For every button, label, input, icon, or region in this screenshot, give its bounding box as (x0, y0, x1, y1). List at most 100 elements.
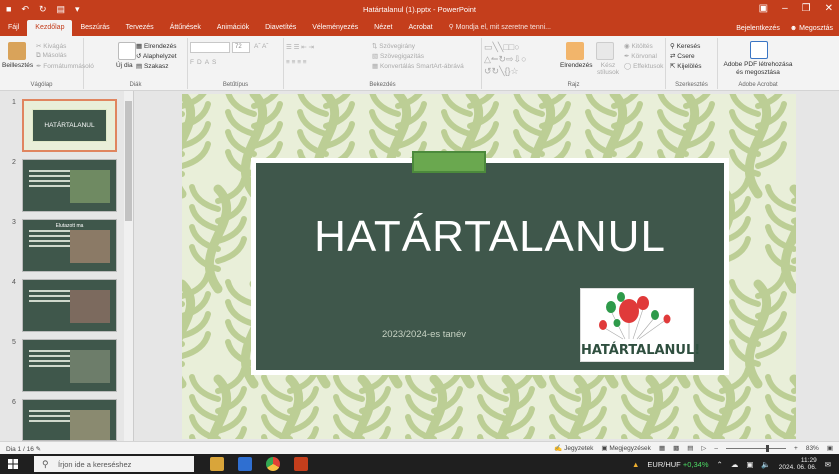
paste-button[interactable]: Beillesztés (2, 62, 33, 69)
strikethrough-button[interactable]: S (212, 59, 219, 66)
fit-slide-icon[interactable]: ▣ (827, 444, 833, 452)
shape-fill-button[interactable]: ◉ Kitöltés (624, 42, 653, 50)
new-slide-icon[interactable] (118, 42, 136, 60)
quick-styles-icon[interactable] (596, 42, 614, 60)
shapes-gallery-row2[interactable]: △↼↻⇨⇩○ (484, 54, 527, 65)
scrollbar-thumb[interactable] (125, 101, 132, 221)
share-button[interactable]: ☻ Megosztás (790, 25, 833, 32)
outline-label: Körvonal (631, 53, 657, 60)
text-direction-button[interactable]: ⇅ Szövegirány (372, 42, 415, 50)
minimize-button[interactable]: – (782, 3, 788, 14)
tab-home[interactable]: Kezdőlap (27, 20, 73, 36)
thumbnail-slide-3[interactable]: Elutazott ma (22, 219, 117, 272)
zoom-out-button[interactable]: – (714, 445, 718, 452)
zoom-level[interactable]: 83% (806, 445, 819, 452)
align-text-button[interactable]: ▧ Szövegigazítás (372, 52, 424, 60)
file-explorer-icon[interactable] (210, 457, 224, 471)
layout-button[interactable]: ▦ Elrendezés (136, 42, 176, 50)
hatartalanul-logo[interactable]: HATÁRTALANUL! (580, 288, 700, 362)
shape-outline-button[interactable]: ✒ Körvonal (624, 52, 657, 60)
comments-label: Megjegyzések (609, 445, 651, 452)
tab-review[interactable]: Véleményezés (304, 20, 366, 36)
word-icon[interactable] (238, 457, 252, 471)
thumbnail-text (29, 230, 71, 250)
thumbnail-text (29, 350, 71, 370)
reset-button[interactable]: ↺ Alaphelyzet (136, 52, 177, 60)
tab-acrobat[interactable]: Acrobat (400, 20, 440, 36)
stock-ticker[interactable]: EUR/HUF +0,34% (647, 460, 708, 469)
pdf-icon[interactable] (750, 41, 768, 59)
chrome-icon[interactable] (266, 457, 280, 471)
tray-chevron-icon[interactable]: ⌃ (717, 460, 723, 469)
windows-start-icon[interactable] (8, 459, 18, 469)
notes-button[interactable]: ✍ Jegyzetek (554, 444, 593, 452)
slide-1[interactable]: HATÁRTALANUL 2023/2024-es tanév HATÁRTAL… (182, 94, 796, 439)
zoom-slider[interactable] (726, 444, 787, 452)
thumbnail-slide-4[interactable] (22, 279, 117, 332)
font-grow-shrink-icon[interactable]: Aˆ Aˇ (254, 43, 268, 50)
font-name-combobox[interactable] (190, 42, 230, 53)
thumbnail-slide-6[interactable] (22, 399, 117, 441)
select-button[interactable]: ⇱ Kijelölés (670, 62, 701, 70)
cut-button[interactable]: ✂ Kivágás (36, 42, 66, 50)
tab-animations[interactable]: Animációk (209, 20, 257, 36)
slide-sorter-icon[interactable]: ▩ (673, 444, 679, 452)
normal-view-icon[interactable]: ▦ (659, 444, 665, 452)
new-slide-button[interactable]: Új dia (116, 62, 133, 69)
tab-transitions[interactable]: Áttűnések (162, 20, 209, 36)
quick-styles-button[interactable]: Kész stílusok (594, 62, 622, 76)
tab-slideshow[interactable]: Diavetítés (257, 20, 304, 36)
spellcheck-icon[interactable]: ✎ (36, 446, 41, 453)
ribbon-display-icon[interactable]: ▣ (759, 3, 768, 14)
arrange-button[interactable]: Elrendezés (560, 62, 593, 69)
comments-button[interactable]: ▣ Megjegyzések (601, 444, 651, 452)
font-size-combobox[interactable]: 72 (232, 42, 250, 53)
tell-me-search[interactable]: ⚲ Mondja el, mit szeretne tenni... (441, 20, 559, 36)
notification-icon[interactable]: ✉ (825, 460, 831, 469)
list-buttons-icon[interactable]: ☰ ☰ ⇤ ⇥ (286, 43, 314, 51)
thumbnail-slide-5[interactable] (22, 339, 117, 392)
shape-effects-button[interactable]: ◯ Effektusok (624, 62, 663, 70)
tab-design[interactable]: Tervezés (118, 20, 162, 36)
smartart-button[interactable]: ▦ Konvertálás SmartArt-ábrává (372, 62, 464, 70)
close-button[interactable]: ✕ (825, 3, 833, 14)
slide-counter: Dia 1 / 16 ✎ (6, 445, 41, 453)
replace-button[interactable]: ⇄ Csere (670, 52, 695, 60)
zoom-in-button[interactable]: + (794, 445, 798, 452)
stock-widget-icon[interactable]: ▲ (632, 460, 639, 469)
signin-link[interactable]: Bejelentkezés (736, 25, 780, 32)
align-buttons-icon[interactable]: ≡ ≡ ≡ ≡ (286, 59, 307, 66)
lightbulb-icon: ⚲ (448, 24, 456, 31)
cloud-icon[interactable]: ☁ (731, 460, 739, 469)
slide-subtitle[interactable]: 2023/2024-es tanév (382, 329, 466, 340)
thumbnail-slide-1[interactable]: HATÁRTALANUL (22, 99, 117, 152)
taskbar-clock[interactable]: 11:29 2024. 06. 06. (779, 457, 817, 471)
thumbnail-text (29, 170, 71, 190)
italic-button[interactable]: D (197, 59, 205, 66)
network-icon[interactable]: ▣ (746, 460, 753, 469)
volume-icon[interactable]: 🔈 (761, 460, 770, 469)
zoom-slider-thumb[interactable] (766, 444, 770, 452)
find-button[interactable]: ⚲ Keresés (670, 42, 700, 50)
bold-button[interactable]: F (190, 59, 197, 66)
underline-button[interactable]: A (205, 59, 212, 66)
tab-view[interactable]: Nézet (366, 20, 400, 36)
taskbar-search-box[interactable]: ⚲ Írjon ide a kereséshez (34, 456, 194, 472)
window-controls: ▣ – ❐ ✕ (759, 3, 833, 14)
powerpoint-icon[interactable] (294, 457, 308, 471)
arrange-icon[interactable] (566, 42, 584, 60)
slide-title[interactable]: HATÁRTALANUL (251, 212, 729, 262)
tab-file[interactable]: Fájl (0, 20, 27, 36)
thumbnail-scrollbar[interactable] (124, 91, 133, 441)
create-pdf-button[interactable]: Adobe PDF létrehozása és megosztása (720, 61, 796, 77)
shapes-gallery[interactable]: ▭╲╲□□○ (484, 42, 520, 53)
shapes-gallery-row3[interactable]: ↺↻╲{}☆ (484, 66, 519, 77)
slideshow-icon[interactable]: ▷ (701, 444, 706, 452)
copy-button[interactable]: ⧉ Másolás (36, 52, 67, 60)
reading-view-icon[interactable]: ▤ (687, 444, 693, 452)
section-button[interactable]: ▤ Szakasz (136, 62, 169, 70)
maximize-button[interactable]: ❐ (802, 3, 811, 14)
paste-icon[interactable] (8, 42, 26, 60)
tab-insert[interactable]: Beszúrás (72, 20, 117, 36)
thumbnail-slide-2[interactable] (22, 159, 117, 212)
